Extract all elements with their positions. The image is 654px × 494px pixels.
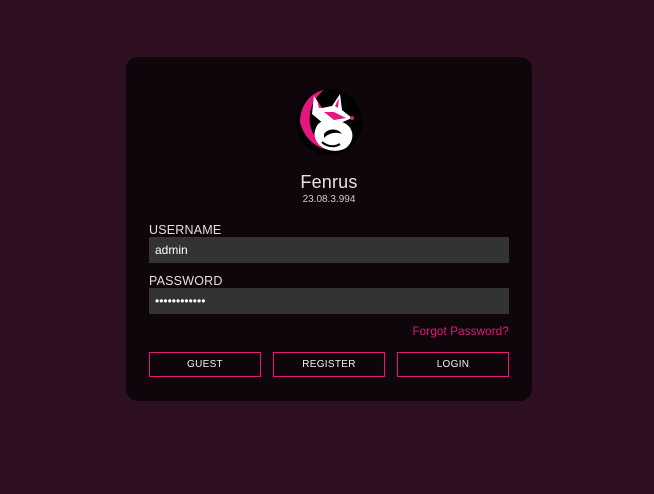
password-label: PASSWORD	[149, 274, 223, 288]
guest-button[interactable]: GUEST	[149, 352, 261, 377]
fox-logo-icon	[296, 89, 362, 155]
login-button[interactable]: LOGIN	[397, 352, 509, 377]
forgot-password-link[interactable]: Forgot Password?	[412, 326, 509, 338]
app-name: Fenrus	[300, 172, 358, 192]
username-label: USERNAME	[149, 223, 222, 237]
username-input[interactable]	[149, 237, 509, 263]
login-card: Fenrus 23.08.3.994 USERNAME PASSWORD For…	[126, 57, 532, 401]
password-input[interactable]	[149, 288, 509, 314]
register-button[interactable]: REGISTER	[273, 352, 385, 377]
app-version: 23.08.3.994	[302, 194, 356, 205]
